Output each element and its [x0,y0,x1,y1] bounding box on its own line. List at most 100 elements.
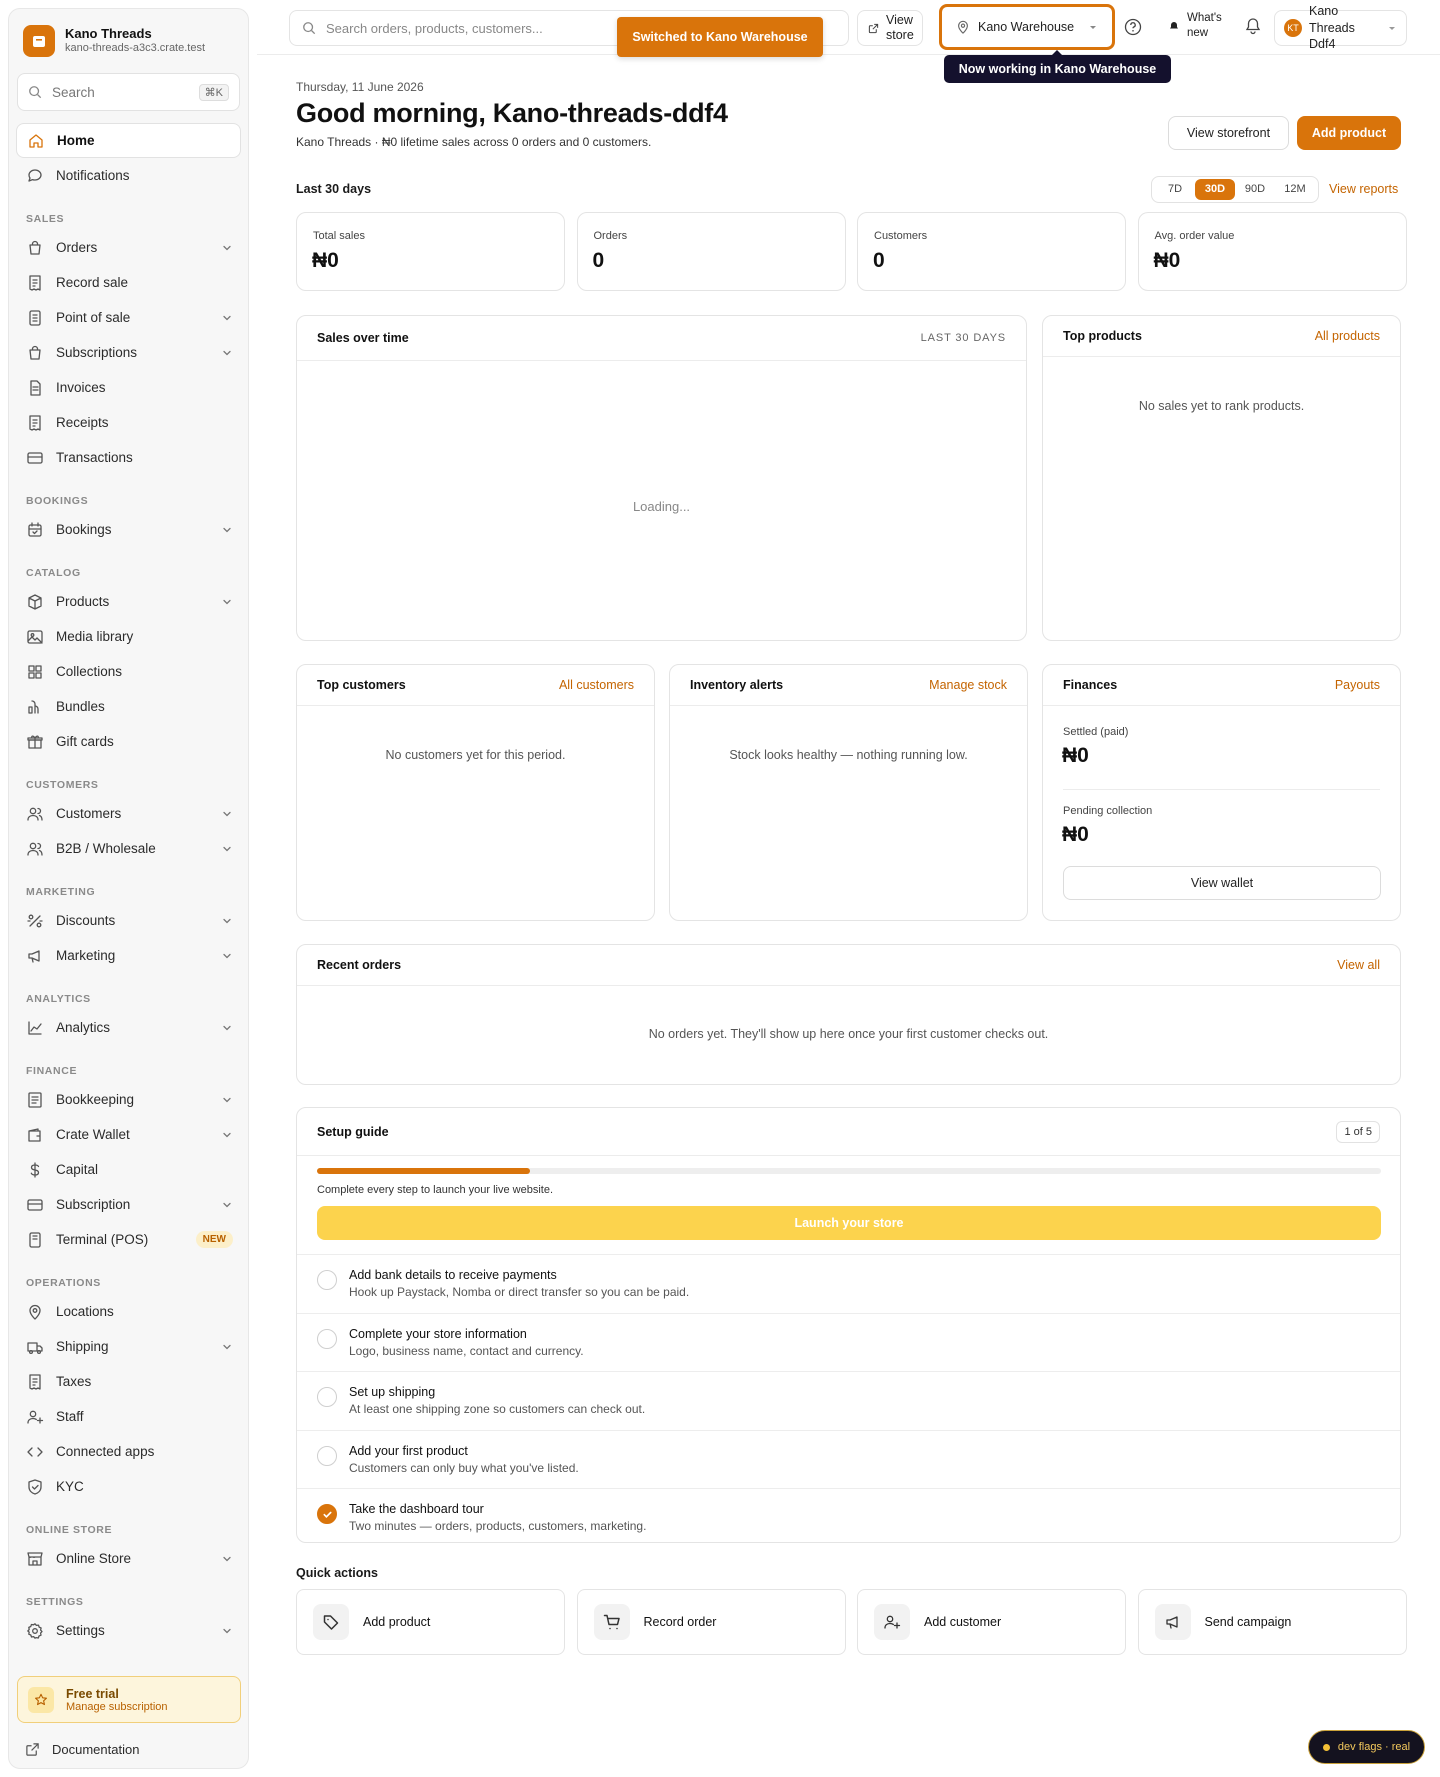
sidebar-item-home[interactable]: Home [16,123,241,158]
sidebar-item-collections[interactable]: Collections [16,654,241,689]
setup-step[interactable]: Add your first product Customers can onl… [297,1429,1400,1488]
chevron-down-icon[interactable] [221,843,233,855]
user-plus-icon [26,1408,44,1426]
manage-stock-link[interactable]: Manage stock [929,678,1007,692]
view-wallet-button[interactable]: View wallet [1063,866,1381,900]
brand[interactable]: Kano Threads kano-threads-a3c3.crate.tes… [9,9,248,59]
sidebar-item-label: Locations [56,1304,114,1319]
gear-icon [26,1622,44,1640]
subscriptions-icon [26,344,44,362]
view-all-orders-link[interactable]: View all [1337,958,1380,972]
sidebar-item-receipts[interactable]: Receipts [16,405,241,440]
chevron-down-icon[interactable] [221,1022,233,1034]
sidebar-item-shipping[interactable]: Shipping [16,1329,241,1364]
chevron-down-icon[interactable] [221,596,233,608]
documentation-link[interactable]: Documentation [25,1742,139,1757]
chevron-down-icon[interactable] [221,347,233,359]
sidebar-item-terminal-pos[interactable]: Terminal (POS) NEW [16,1222,241,1257]
sidebar-item-connected-apps[interactable]: Connected apps [16,1434,241,1469]
payouts-link[interactable]: Payouts [1335,678,1380,692]
sidebar-item-bookkeeping[interactable]: Bookkeeping [16,1082,241,1117]
sidebar-item-notifications[interactable]: Notifications [16,158,241,193]
manage-subscription-link[interactable]: Manage subscription [66,1701,168,1713]
setup-step[interactable]: Add bank details to receive payments Hoo… [297,1254,1400,1312]
chevron-down-icon[interactable] [221,950,233,962]
sidebar-item-customers[interactable]: Customers [16,796,241,831]
sidebar-item-locations[interactable]: Locations [16,1294,241,1329]
quick-action-add-customer[interactable]: Add customer [857,1589,1126,1655]
setup-step[interactable]: Set up shipping At least one shipping zo… [297,1371,1400,1429]
view-reports-link[interactable]: View reports [1329,182,1398,196]
step-checkbox[interactable] [317,1445,337,1466]
sidebar-item-media-library[interactable]: Media library [16,619,241,654]
stat-card-total-sales: Total sales ₦0 [296,212,565,291]
period-option-7d[interactable]: 7D [1155,179,1195,200]
notifications-icon[interactable] [1244,17,1262,35]
chevron-down-icon[interactable] [221,1625,233,1637]
sidebar-item-record-sale[interactable]: Record sale [16,265,241,300]
sidebar-item-transactions[interactable]: Transactions [16,440,241,475]
sidebar-item-online-store[interactable]: Online Store [16,1541,241,1576]
chevron-down-icon[interactable] [221,1094,233,1106]
sidebar-item-bookings[interactable]: Bookings [16,512,241,547]
dev-flags-pill[interactable]: dev flags · real [1308,1730,1425,1764]
page-subtitle: Kano Threads · ₦0 lifetime sales across … [296,135,652,149]
step-checkbox[interactable] [317,1328,337,1349]
sidebar-item-settings[interactable]: Settings [16,1613,241,1648]
sidebar-item-invoices[interactable]: Invoices [16,370,241,405]
all-customers-link[interactable]: All customers [559,678,634,692]
sidebar-item-point-of-sale[interactable]: Point of sale [16,300,241,335]
sidebar-item-analytics[interactable]: Analytics [16,1010,241,1045]
sidebar-item-products[interactable]: Products [16,584,241,619]
quick-action-send-campaign[interactable]: Send campaign [1137,1589,1407,1655]
sidebar-item-discounts[interactable]: Discounts [16,903,241,938]
view-store-button[interactable]: View store [857,10,923,46]
sidebar-item-gift-cards[interactable]: Gift cards [16,724,241,759]
add-product-button[interactable]: Add product [1297,116,1401,150]
new-badge: NEW [195,1231,233,1248]
view-storefront-button[interactable]: View storefront [1168,116,1289,150]
sidebar-item-orders[interactable]: Orders [16,230,241,265]
chevron-down-icon[interactable] [221,242,233,254]
chevron-down-icon[interactable] [221,1199,233,1211]
account-menu[interactable]: KT Kano Threads Ddf4 [1274,4,1407,51]
chevron-down-icon[interactable] [221,1129,233,1141]
period-option-12m[interactable]: 12M [1275,179,1315,200]
sidebar-item-subscriptions[interactable]: Subscriptions [16,335,241,370]
free-trial-card[interactable]: Free trial Manage subscription [17,1676,241,1723]
quick-action-add-product[interactable]: Add product [296,1589,565,1655]
quick-action-record-order[interactable]: Record order [576,1589,846,1655]
period-option-90d[interactable]: 90D [1235,179,1275,200]
sidebar-item-taxes[interactable]: Taxes [16,1364,241,1399]
whats-new-button[interactable]: What's new [1169,11,1227,41]
launch-store-button[interactable]: Launch your store [317,1206,1381,1240]
step-checkbox[interactable] [317,1270,337,1290]
sidebar-item-crate-wallet[interactable]: Crate Wallet [16,1117,241,1152]
sidebar-item-subscription[interactable]: Subscription [16,1187,241,1222]
chevron-down-icon[interactable] [221,1553,233,1565]
sidebar-item-marketing[interactable]: Marketing [16,938,241,973]
setup-guide-card: Setup guide 1 of 5 Complete every step t… [296,1107,1401,1543]
sidebar-item-kyc[interactable]: KYC [16,1469,241,1504]
sidebar-item-capital[interactable]: Capital [16,1152,241,1187]
sidebar-item-b2b-wholesale[interactable]: B2B / Wholesale [16,831,241,866]
chevron-down-icon[interactable] [221,1341,233,1353]
setup-step[interactable]: Complete your store information Logo, bu… [297,1312,1400,1371]
sidebar-item-staff[interactable]: Staff [16,1399,241,1434]
help-icon[interactable] [1124,18,1142,36]
location-switcher[interactable]: Kano Warehouse [939,4,1115,50]
check-icon[interactable] [317,1504,337,1524]
chevron-down-icon[interactable] [221,312,233,324]
all-products-link[interactable]: All products [1315,329,1380,343]
period-option-30d[interactable]: 30D [1195,179,1235,200]
sidebar-search[interactable]: Search ⌘K [17,73,240,111]
step-checkbox[interactable] [317,1387,337,1407]
setup-progress-bar [317,1168,1381,1174]
sidebar-item-bundles[interactable]: Bundles [16,689,241,724]
setup-step[interactable]: Take the dashboard tour Two minutes — or… [297,1488,1400,1546]
chevron-down-icon[interactable] [221,915,233,927]
chevron-down-icon[interactable] [221,808,233,820]
pin-icon [26,1303,44,1321]
nav-section-title: SETTINGS [26,1596,84,1608]
chevron-down-icon[interactable] [221,524,233,536]
